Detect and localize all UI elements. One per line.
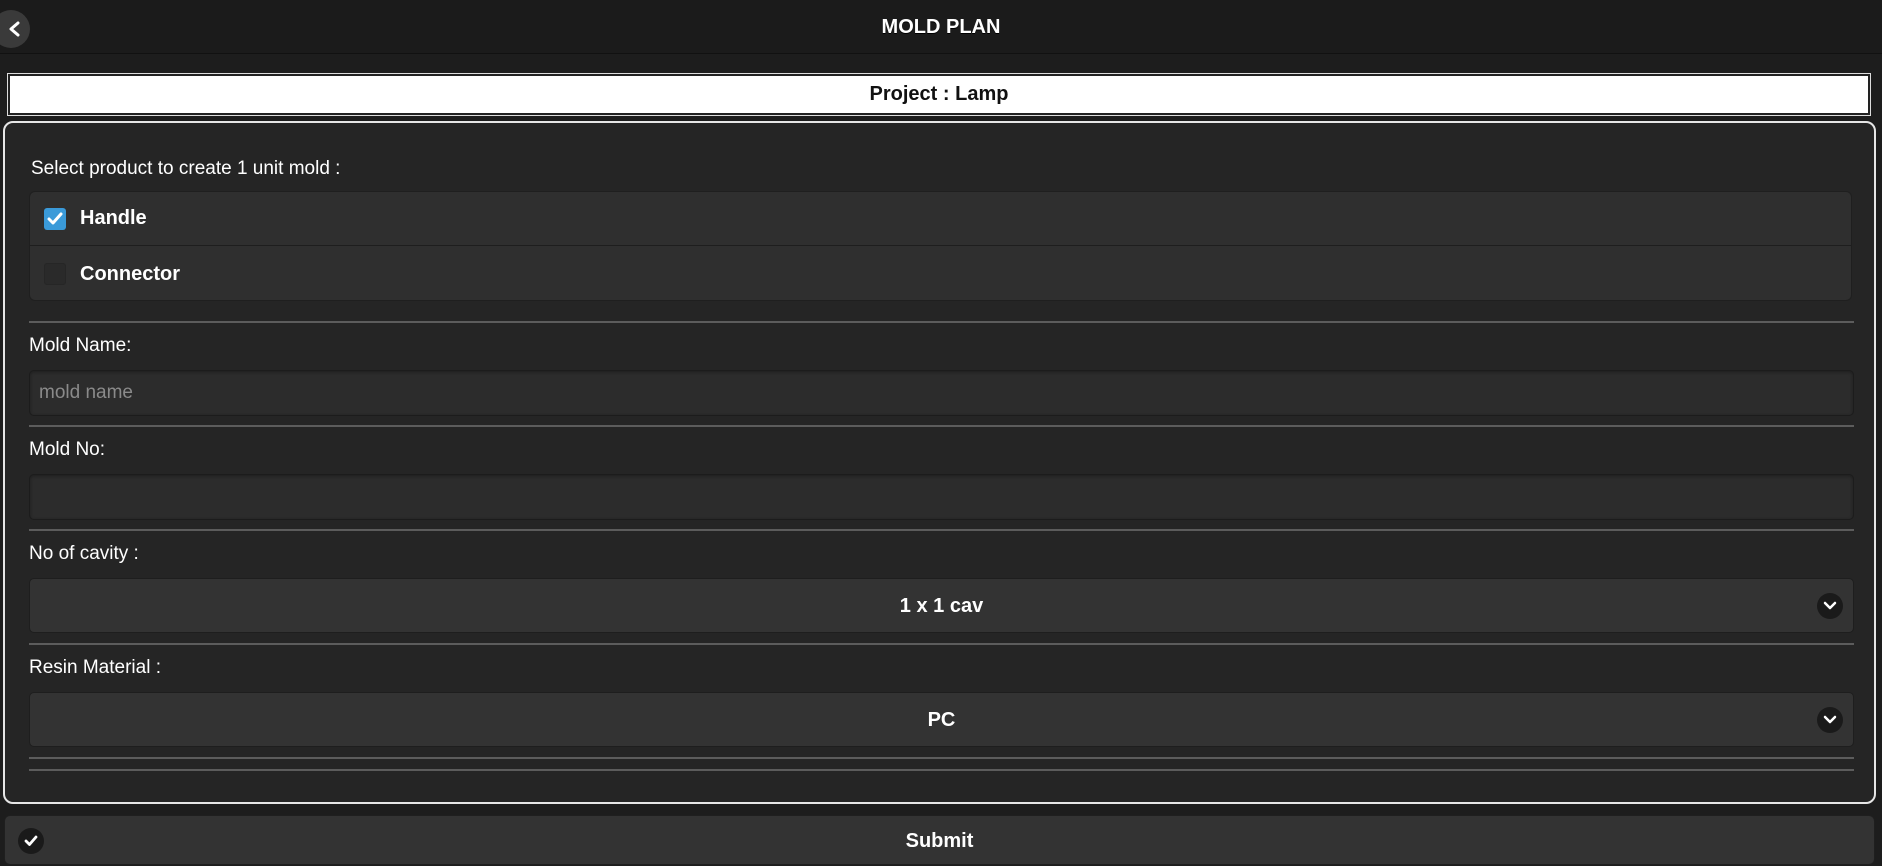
divider: [29, 757, 1854, 759]
cavity-select[interactable]: 1 x 1 cav: [29, 578, 1854, 633]
divider: [29, 425, 1854, 427]
resin-selected-value: PC: [927, 709, 956, 731]
mold-no-input[interactable]: [29, 474, 1854, 520]
divider: [29, 643, 1854, 645]
page-title: MOLD PLAN: [881, 16, 1001, 38]
app-header: MOLD PLAN: [0, 0, 1882, 54]
resin-label: Resin Material :: [29, 657, 161, 678]
divider: [29, 529, 1854, 531]
mold-name-input[interactable]: [29, 370, 1854, 416]
product-checkbox-group: Handle Connector: [29, 191, 1852, 301]
divider: [29, 769, 1854, 771]
submit-label: Submit: [905, 830, 974, 852]
chevron-down-icon: [1817, 707, 1843, 733]
mold-no-label: Mold No:: [29, 439, 106, 460]
submit-button[interactable]: Submit: [4, 815, 1875, 865]
check-icon: [47, 212, 63, 224]
divider: [29, 321, 1854, 323]
mold-name-label: Mold Name:: [29, 335, 132, 356]
checkbox-unchecked[interactable]: [44, 263, 66, 285]
chevron-down-icon: [1817, 593, 1843, 619]
product-option-label: Connector: [80, 262, 180, 285]
resin-select[interactable]: PC: [29, 692, 1854, 747]
checkbox-checked[interactable]: [44, 207, 66, 230]
product-select-label: Select product to create 1 unit mold :: [31, 158, 341, 179]
product-option-handle[interactable]: Handle: [30, 192, 1851, 246]
project-label: Project : Lamp: [7, 73, 1871, 116]
product-option-label: Handle: [80, 207, 147, 229]
cavity-label: No of cavity :: [29, 543, 139, 564]
mold-form-panel: Select product to create 1 unit mold : H…: [3, 121, 1876, 804]
product-option-connector[interactable]: Connector: [30, 247, 1851, 301]
cavity-selected-value: 1 x 1 cav: [899, 595, 984, 617]
